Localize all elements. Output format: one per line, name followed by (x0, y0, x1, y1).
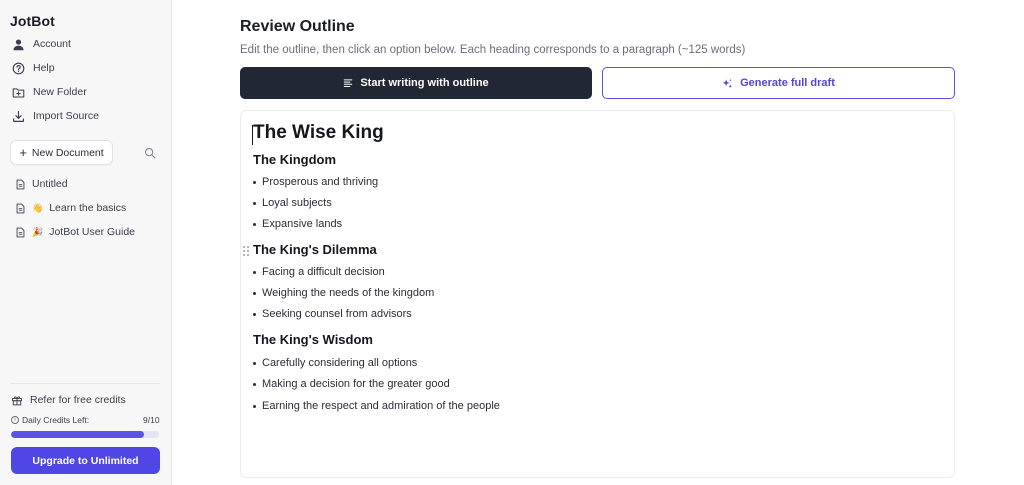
bullet-dot (253, 382, 256, 386)
bullet-text: Loyal subjects (262, 197, 332, 209)
sparkles-icon (722, 78, 733, 88)
generate-draft-button[interactable]: Generate full draft (602, 67, 955, 99)
bullet-item[interactable]: Prosperous and thriving (253, 176, 378, 188)
sidebar-item-label: New Folder (33, 86, 87, 98)
refer-link[interactable]: Refer for free credits (11, 392, 126, 408)
credits-progress-bar (11, 431, 159, 438)
drag-handle-icon[interactable] (243, 246, 249, 256)
refer-label: Refer for free credits (30, 394, 126, 406)
start-writing-label: Start writing with outline (360, 77, 489, 89)
bullet-item[interactable]: Making a decision for the greater good (253, 378, 450, 390)
credits-label: i Daily Credits Left: (11, 415, 89, 425)
sidebar-item-label: Help (33, 62, 55, 74)
generate-draft-label: Generate full draft (740, 77, 835, 89)
document-item-label: Learn the basics (49, 202, 127, 214)
party-emoji-icon: 🎉 (32, 226, 44, 237)
help-circle-icon (12, 62, 25, 74)
wave-emoji-icon: 👋 (32, 202, 44, 213)
page-title: Review Outline (240, 18, 355, 35)
align-left-icon (344, 79, 353, 87)
bullet-dot (253, 361, 256, 365)
document-item-user-guide[interactable]: 🎉 JotBot User Guide (15, 223, 135, 241)
search-icon[interactable] (144, 147, 156, 159)
bullet-item[interactable]: Carefully considering all options (253, 357, 417, 369)
bullet-text: Earning the respect and admiration of th… (262, 400, 500, 412)
bullet-item[interactable]: Facing a difficult decision (253, 266, 385, 278)
bullet-item[interactable]: Loyal subjects (253, 197, 332, 209)
download-icon (13, 110, 24, 122)
outline-editor[interactable]: The Wise King The Kingdom Prosperous and… (240, 110, 955, 478)
bullet-dot (253, 222, 256, 226)
bullet-text: Prosperous and thriving (262, 176, 379, 188)
page-subtitle: Edit the outline, then click an option b… (240, 44, 746, 56)
outline-title[interactable]: The Wise King (253, 122, 384, 144)
bullet-dot (253, 404, 256, 408)
sidebar-item-label: Import Source (33, 110, 99, 122)
sidebar-item-import-source[interactable]: Import Source (12, 106, 99, 126)
file-text-icon (16, 203, 25, 213)
bullet-text: Seeking counsel from advisors (262, 308, 412, 320)
new-document-label: New Document (31, 146, 104, 159)
sidebar-item-help[interactable]: Help (12, 58, 55, 78)
bullet-dot (253, 312, 256, 316)
user-icon (13, 38, 24, 50)
gift-icon (12, 396, 22, 406)
bullet-text: Making a decision for the greater good (262, 378, 450, 390)
sidebar-item-new-folder[interactable]: New Folder (12, 82, 87, 102)
section-heading[interactable]: The King's Dilemma (253, 242, 377, 257)
bullet-item[interactable]: Seeking counsel from advisors (253, 308, 412, 320)
section-heading[interactable]: The Kingdom (253, 152, 336, 167)
credits-label-text: Daily Credits Left: (22, 415, 90, 425)
info-icon: i (11, 416, 19, 424)
bullet-text: Expansive lands (262, 218, 343, 230)
bullet-dot (253, 180, 256, 184)
bullet-dot (253, 291, 256, 295)
bullet-text: Facing a difficult decision (262, 266, 385, 278)
folder-plus-icon (12, 87, 25, 97)
credits-progress-fill (11, 431, 145, 438)
bullet-item[interactable]: Earning the respect and admiration of th… (253, 400, 500, 412)
section-heading[interactable]: The King's Wisdom (253, 332, 373, 347)
credits-count: 9/10 (143, 415, 160, 425)
start-writing-button[interactable]: Start writing with outline (240, 67, 592, 99)
document-item-learn-the-basics[interactable]: 👋 Learn the basics (15, 199, 126, 217)
sidebar-item-label: Account (33, 38, 71, 50)
bullet-dot (253, 270, 256, 274)
bullet-text: Carefully considering all options (262, 357, 418, 369)
sidebar-divider (10, 383, 160, 384)
sidebar-item-account[interactable]: Account (12, 34, 71, 54)
brand-logo: JotBot (10, 13, 55, 29)
plus-icon: + (19, 145, 27, 160)
file-text-icon (16, 227, 25, 237)
upgrade-button[interactable]: Upgrade to Unlimited (11, 447, 160, 474)
new-document-button[interactable]: + New Document (10, 140, 113, 165)
file-text-icon (16, 179, 25, 189)
document-item-label: Untitled (32, 178, 68, 190)
sidebar: JotBot Account Help New Folder Import So… (0, 0, 172, 485)
bullet-item[interactable]: Weighing the needs of the kingdom (253, 287, 434, 299)
bullet-dot (253, 201, 256, 205)
document-item-untitled[interactable]: Untitled (15, 175, 68, 193)
bullet-text: Weighing the needs of the kingdom (262, 287, 435, 299)
bullet-item[interactable]: Expansive lands (253, 218, 342, 230)
document-item-label: JotBot User Guide (49, 226, 136, 238)
